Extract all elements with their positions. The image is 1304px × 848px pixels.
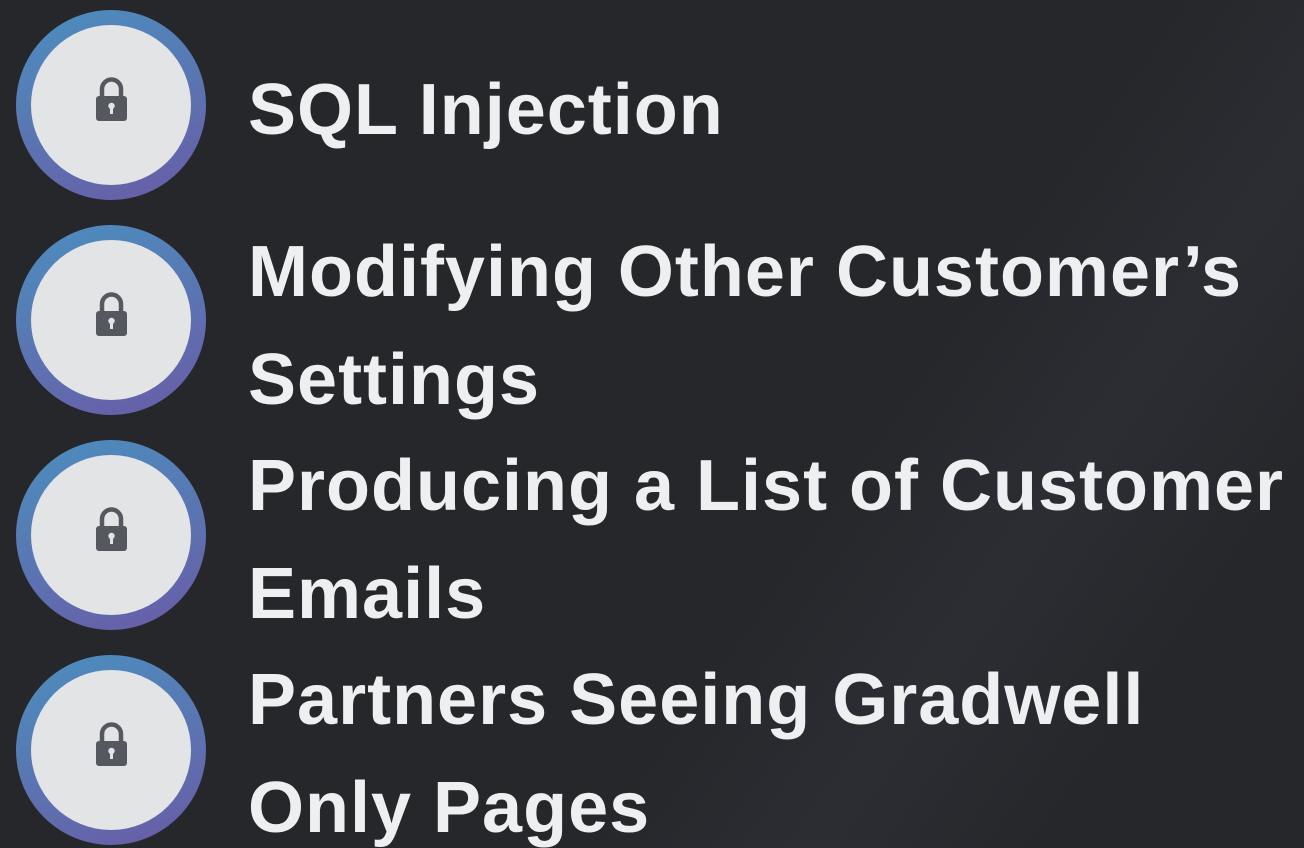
item-label-line: Modifying Other Customer’s	[248, 232, 1243, 312]
item-label-line: Settings	[248, 340, 541, 420]
item-label: Partners Seeing Gradwell Only Pages	[248, 646, 1144, 848]
lock-icon	[96, 507, 127, 551]
item-label-line: SQL Injection	[248, 70, 724, 150]
item-label-line: Only Pages	[248, 768, 651, 848]
lock-icon	[96, 722, 127, 766]
item-label: Producing a List of Customer Emails	[248, 432, 1284, 648]
item-label: Modifying Other Customer’s Settings	[248, 218, 1242, 434]
item-label-line: Emails	[248, 554, 487, 634]
item-label-line: Producing a List of Customer	[248, 446, 1285, 526]
lock-badge	[16, 10, 206, 200]
item-label-line: Partners Seeing Gradwell	[248, 660, 1145, 740]
lock-icon	[96, 77, 127, 121]
lock-badge	[16, 225, 206, 415]
lock-icon	[96, 292, 127, 336]
lock-badge	[16, 440, 206, 630]
item-label: SQL Injection	[248, 56, 724, 164]
slide: SQL Injection Modifying Other Customer’s…	[0, 0, 1304, 848]
lock-badge	[16, 655, 206, 845]
